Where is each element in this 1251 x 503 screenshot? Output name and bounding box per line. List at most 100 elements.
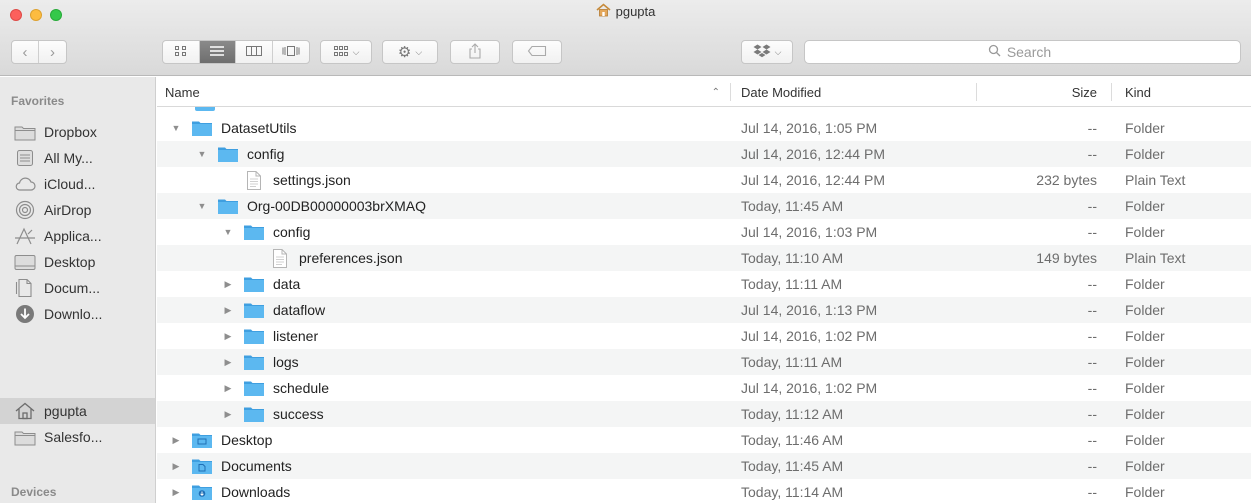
zoom-window-button[interactable] (50, 9, 62, 21)
file-name-cell: ▶ Documents (157, 453, 727, 479)
cover-flow-view-button[interactable] (273, 41, 309, 63)
search-field[interactable]: Search (804, 40, 1241, 64)
file-kind: Folder (1125, 302, 1165, 318)
sidebar-item-downloads[interactable]: Downlo... (0, 301, 155, 327)
sidebar-item-desktop[interactable]: Desktop (0, 249, 155, 275)
file-name: DatasetUtils (221, 120, 297, 136)
disclosure-triangle-expanded-icon[interactable]: ▼ (197, 149, 207, 159)
sidebar-item-airdrop[interactable]: AirDrop (0, 197, 155, 223)
file-size: -- (1087, 406, 1097, 422)
airdrop-icon (14, 200, 36, 220)
icon-view-button[interactable] (163, 41, 200, 63)
list-view-button[interactable] (199, 41, 236, 63)
sidebar-item-pgupta[interactable]: pgupta (0, 398, 155, 424)
column-header-size[interactable]: Size (976, 77, 1111, 107)
documents-folder-icon (191, 457, 213, 475)
file-row[interactable]: ▼ config Jul 14, 2016, 1:03 PM -- Folder (157, 219, 1251, 245)
sidebar-item-icloud-drive[interactable]: iCloud... (0, 171, 155, 197)
column-view-button[interactable] (236, 41, 273, 63)
folder-icon (243, 379, 265, 397)
file-name-cell: settings.json (157, 167, 727, 193)
file-name: Downloads (221, 484, 291, 500)
sidebar-item-label: AirDrop (44, 202, 92, 218)
file-row[interactable]: ▶ schedule Jul 14, 2016, 1:02 PM -- Folder (157, 375, 1251, 401)
sidebar-item-salesforce[interactable]: Salesfo... (0, 424, 155, 450)
date-modified: Jul 14, 2016, 1:02 PM (741, 380, 878, 396)
disclosure-triangle-expanded-icon[interactable]: ▼ (171, 123, 181, 133)
file-name-cell: ▶ data (157, 271, 727, 297)
sidebar-item-applications[interactable]: Applica... (0, 223, 155, 249)
sidebar-item-label: Desktop (44, 254, 96, 270)
column-header-name[interactable]: Name ⌃ (165, 77, 730, 107)
date-modified: Today, 11:46 AM (741, 432, 844, 448)
arrange-grid-icon (333, 45, 349, 60)
column-header-kind[interactable]: Kind (1111, 77, 1251, 107)
file-size: -- (1087, 302, 1097, 318)
disclosure-triangle-collapsed-icon[interactable]: ▶ (223, 383, 233, 393)
forward-button[interactable]: › (39, 41, 66, 63)
edit-tags-button[interactable] (512, 40, 562, 64)
sidebar-item-all-my-files[interactable]: All My... (0, 145, 155, 171)
date-modified: Jul 14, 2016, 1:02 PM (741, 328, 878, 344)
file-row[interactable]: settings.json Jul 14, 2016, 12:44 PM 232 b… (157, 167, 1251, 193)
sidebar-item-dropbox[interactable]: Dropbox (0, 119, 155, 145)
disclosure-triangle-collapsed-icon[interactable]: ▶ (223, 331, 233, 341)
file-row[interactable]: preferences.json Today, 11:10 AM 149 bytes… (157, 245, 1251, 271)
file-name: data (273, 276, 301, 292)
chevron-down-icon: ⌵ (415, 46, 423, 57)
window-title: pgupta (596, 3, 655, 20)
file-row[interactable]: ▶ Downloads Today, 11:14 AM -- Folder (157, 479, 1251, 503)
column-header-date-modified[interactable]: Date Modified (733, 77, 976, 107)
file-row[interactable]: ▼ Org-00DB00000003brXMAQ Today, 11:45 AM --… (157, 193, 1251, 219)
disclosure-triangle-collapsed-icon[interactable]: ▶ (223, 279, 233, 289)
back-button[interactable]: ‹ (12, 41, 40, 63)
disclosure-triangle-collapsed-icon[interactable]: ▶ (223, 409, 233, 419)
column-header-name-label: Name (165, 84, 200, 100)
disclosure-triangle-expanded-icon[interactable]: ▼ (223, 227, 233, 237)
dropbox-menu-button[interactable]: ⌵ (741, 40, 793, 64)
file-size: -- (1087, 458, 1097, 474)
minimize-window-button[interactable] (30, 9, 42, 21)
file-row[interactable]: ▶ success Today, 11:12 AM -- Folder (157, 401, 1251, 427)
downloads-icon (14, 304, 36, 324)
file-row[interactable]: ▶ Documents Today, 11:45 AM -- Folder (157, 453, 1251, 479)
disclosure-triangle-collapsed-icon[interactable]: ▶ (171, 487, 181, 497)
list-view-icon (209, 45, 225, 60)
action-button[interactable]: ⚙ ⌵ (382, 40, 438, 64)
column-view-icon (245, 45, 263, 60)
navigation-buttons: ‹ › (11, 40, 67, 64)
file-size: -- (1087, 354, 1097, 370)
disclosure-triangle-collapsed-icon[interactable]: ▶ (171, 435, 181, 445)
share-button[interactable] (450, 40, 500, 64)
file-row[interactable]: ▶ listener Jul 14, 2016, 1:02 PM -- Folder (157, 323, 1251, 349)
file-kind: Folder (1125, 328, 1165, 344)
chevron-down-icon: ⌵ (352, 46, 360, 57)
disclosure-triangle-expanded-icon[interactable]: ▼ (197, 201, 207, 211)
date-modified: Today, 11:11 AM (741, 354, 843, 370)
file-row[interactable]: ▶ logs Today, 11:11 AM -- Folder (157, 349, 1251, 375)
file-row[interactable]: ▶ Desktop Today, 11:46 AM -- Folder (157, 427, 1251, 453)
chevron-left-icon: ‹ (22, 43, 28, 61)
file-row[interactable]: ▼ config Jul 14, 2016, 12:44 PM -- Folder (157, 141, 1251, 167)
folder-icon (217, 197, 239, 215)
file-name-cell: ▼ DatasetUtils (157, 115, 727, 141)
disclosure-triangle-collapsed-icon[interactable]: ▶ (171, 461, 181, 471)
disclosure-triangle-collapsed-icon[interactable]: ▶ (223, 305, 233, 315)
column-divider[interactable] (730, 83, 731, 101)
file-name: dataflow (273, 302, 326, 318)
folder-icon (243, 301, 265, 319)
file-row[interactable]: ▼ DatasetUtils Jul 14, 2016, 1:05 PM -- Fold… (157, 115, 1251, 141)
file-row[interactable]: ▶ data Today, 11:11 AM -- Folder (157, 271, 1251, 297)
file-row[interactable]: ▶ dataflow Jul 14, 2016, 1:13 PM -- Folder (157, 297, 1251, 323)
date-modified: Today, 11:45 AM (741, 198, 844, 214)
all-files-icon (14, 148, 36, 168)
file-kind: Plain Text (1125, 172, 1186, 188)
sort-ascending-icon: ⌃ (711, 86, 720, 98)
arrange-button[interactable]: ⌵ (320, 40, 372, 64)
file-size: 149 bytes (1036, 250, 1097, 266)
close-window-button[interactable] (10, 9, 22, 21)
sidebar-item-documents[interactable]: Docum... (0, 275, 155, 301)
folder-icon (243, 275, 265, 293)
disclosure-triangle-collapsed-icon[interactable]: ▶ (223, 357, 233, 367)
file-name: listener (273, 328, 319, 344)
